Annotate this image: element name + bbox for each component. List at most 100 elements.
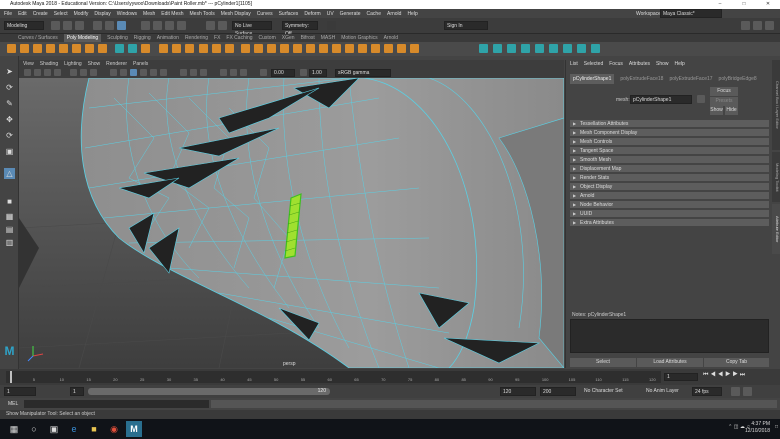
menu-file[interactable]: File — [4, 11, 12, 17]
select-hierarchy-icon[interactable] — [93, 21, 102, 30]
menu-help[interactable]: Help — [407, 11, 417, 17]
snap-grid-icon[interactable] — [141, 21, 150, 30]
shelf-tab-rigging[interactable]: Rigging — [134, 34, 151, 42]
character-set-label[interactable]: No Character Set — [584, 388, 623, 394]
save-scene-icon[interactable] — [75, 21, 84, 30]
ae-menu-focus[interactable]: Focus — [609, 60, 623, 68]
poly-cube-icon[interactable] — [20, 44, 29, 53]
edge-browser-icon[interactable]: e — [66, 421, 82, 437]
target-weld-icon[interactable] — [319, 44, 328, 53]
planar-map-icon[interactable] — [493, 44, 502, 53]
viewport-menu-lighting[interactable]: Lighting — [64, 60, 82, 68]
ae-section-mesh-controls[interactable]: Mesh Controls — [570, 138, 769, 146]
menu-uv[interactable]: UV — [327, 11, 334, 17]
side-tab-modeling-toolkit[interactable]: Modeling Toolkit — [772, 152, 780, 202]
camera-select-icon[interactable] — [24, 69, 31, 76]
append-polygon-icon[interactable] — [267, 44, 276, 53]
shelf-tab-fx[interactable]: FX — [214, 34, 220, 42]
bevel-icon[interactable] — [241, 44, 250, 53]
ae-section-render-stats[interactable]: Render Stats — [570, 174, 769, 182]
anim-prefs-icon[interactable] — [743, 387, 752, 396]
wireframe-icon[interactable] — [110, 69, 117, 76]
ae-section-extra-attributes[interactable]: Extra Attributes — [570, 219, 769, 227]
maximize-icon[interactable]: □ — [732, 0, 756, 9]
bridge-icon[interactable] — [225, 44, 234, 53]
select-component-icon[interactable] — [117, 21, 126, 30]
scale-tool-icon[interactable]: ▣ — [4, 146, 15, 157]
range-bar[interactable]: 120 — [88, 388, 330, 395]
merge-icon[interactable] — [280, 44, 289, 53]
select-tool-icon[interactable]: ➤ — [4, 66, 15, 77]
minimize-icon[interactable]: – — [708, 0, 732, 9]
menu-generate[interactable]: Generate — [340, 11, 361, 17]
last-tool-icon[interactable]: △ — [4, 168, 15, 179]
boolean-union-icon[interactable] — [159, 44, 168, 53]
cylindrical-map-icon[interactable] — [507, 44, 516, 53]
ae-tab-polybridgeedge8[interactable]: polyBridgeEdge8 — [719, 74, 757, 84]
render-frame-icon[interactable] — [206, 21, 215, 30]
shelf-tab-arnold[interactable]: Arnold — [384, 34, 398, 42]
notifications-icon[interactable]: □ — [775, 424, 778, 430]
viewport-menu-view[interactable]: View — [23, 60, 34, 68]
ae-section-smooth-mesh[interactable]: Smooth Mesh — [570, 156, 769, 164]
toggle-ui-icon[interactable] — [753, 21, 762, 30]
poly-cylinder-icon[interactable] — [33, 44, 42, 53]
shelf-tab-fx-caching[interactable]: FX Caching — [226, 34, 252, 42]
exposure-field[interactable]: 0.00 — [271, 69, 295, 77]
poly-cone-icon[interactable] — [46, 44, 55, 53]
ipr-render-icon[interactable] — [218, 21, 227, 30]
auto-key-icon[interactable] — [731, 387, 740, 396]
shelf-tab-curves-surfaces[interactable]: Curves / Surfaces — [18, 34, 58, 42]
outliner-persp-icon[interactable]: ▤ — [4, 224, 15, 235]
notes-field[interactable] — [570, 319, 769, 353]
ae-section-tessellation[interactable]: Tessellation Attributes — [570, 120, 769, 128]
menu-modify[interactable]: Modify — [74, 11, 89, 17]
menuset-select[interactable]: Modeling — [4, 21, 44, 30]
offset-edge-loop-icon[interactable] — [371, 44, 380, 53]
wedge-icon[interactable] — [397, 44, 406, 53]
lasso-tool-icon[interactable]: ⟳ — [4, 82, 15, 93]
menu-mesh-display[interactable]: Mesh Display — [221, 11, 251, 17]
go-to-input-icon[interactable] — [697, 95, 705, 103]
uv-editor-icon[interactable] — [479, 44, 488, 53]
poly-plane-icon[interactable] — [72, 44, 81, 53]
menu-deform[interactable]: Deform — [304, 11, 320, 17]
playback-start-field[interactable]: 1 — [70, 387, 84, 396]
insert-edge-loop-icon[interactable] — [358, 44, 367, 53]
wireframe-on-shaded-icon[interactable] — [130, 69, 137, 76]
film-gate-icon[interactable] — [80, 69, 87, 76]
menu-edit-mesh[interactable]: Edit Mesh — [161, 11, 183, 17]
ae-section-tangent-space[interactable]: Tangent Space — [570, 147, 769, 155]
maya-taskbar-icon[interactable]: M — [126, 421, 142, 437]
menu-surfaces[interactable]: Surfaces — [279, 11, 299, 17]
workspace-select[interactable]: Maya Classic* — [660, 9, 722, 18]
antialiasing-icon[interactable] — [230, 69, 237, 76]
viewport-menu-renderer[interactable]: Renderer — [106, 60, 127, 68]
fill-hole-icon[interactable] — [254, 44, 263, 53]
copy-tab-button[interactable]: Copy Tab — [704, 358, 769, 367]
xray-icon[interactable] — [190, 69, 197, 76]
ae-menu-list[interactable]: List — [570, 60, 578, 68]
paint-select-icon[interactable]: ✎ — [4, 98, 15, 109]
ae-menu-show[interactable]: Show — [656, 60, 669, 68]
connect-icon[interactable] — [332, 44, 341, 53]
shelf-tab-sculpting[interactable]: Sculpting — [107, 34, 128, 42]
close-icon[interactable]: ✕ — [756, 0, 780, 9]
viewport-menu-shading[interactable]: Shading — [40, 60, 58, 68]
isolate-select-icon[interactable] — [180, 69, 187, 76]
sign-in-button[interactable]: Sign In — [444, 21, 488, 30]
shelf-tab-mash[interactable]: MASH — [321, 34, 335, 42]
graph-persp-icon[interactable]: ▥ — [4, 237, 15, 248]
shelf-tab-animation[interactable]: Animation — [157, 34, 179, 42]
side-tab-channel-box[interactable]: Channel Box / Layer Editor — [772, 60, 780, 150]
circularize-icon[interactable] — [410, 44, 419, 53]
ae-tab-polyextrudeface17[interactable]: polyExtrudeFace17 — [669, 74, 712, 84]
time-slider[interactable]: 5 10 15 20 25 30 35 40 45 50 55 60 65 70 75 80 85 90 95 100… — [0, 369, 780, 385]
sew-uv-icon[interactable] — [591, 44, 600, 53]
ae-section-object-display[interactable]: Object Display — [570, 183, 769, 191]
unfold-icon[interactable] — [549, 44, 558, 53]
windows-start-icon[interactable]: ▦ — [6, 421, 22, 437]
snap-point-icon[interactable] — [165, 21, 174, 30]
combine-icon[interactable] — [115, 44, 124, 53]
select-object-icon[interactable] — [105, 21, 114, 30]
